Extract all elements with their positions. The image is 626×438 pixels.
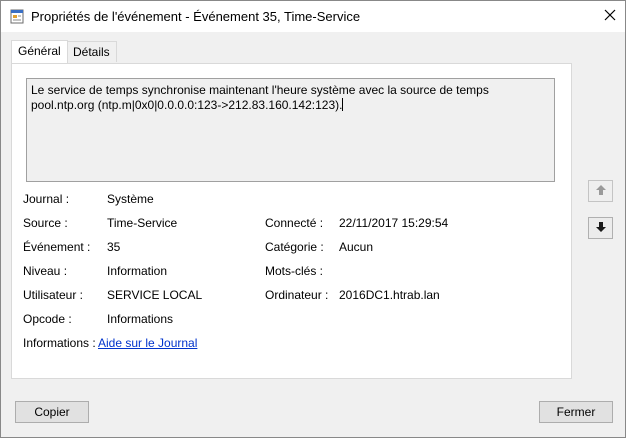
event-description-text: Le service de temps synchronise maintena… (31, 83, 493, 112)
journal-value: Système (107, 192, 154, 206)
opcode-label: Opcode : (23, 312, 72, 326)
next-event-button[interactable] (588, 217, 613, 239)
journal-label: Journal : (23, 192, 70, 206)
window-title: Propriétés de l'événement - Événement 35… (31, 9, 361, 24)
level-value: Information (107, 264, 168, 278)
event-description[interactable]: Le service de temps synchronise maintena… (26, 78, 555, 182)
close-dialog-button[interactable]: Fermer (539, 401, 613, 423)
category-label: Catégorie : (265, 240, 324, 254)
source-label: Source : (23, 216, 68, 230)
category-value: Aucun (339, 240, 374, 254)
tab-details[interactable]: Détails (66, 41, 117, 62)
event-properties-icon (10, 9, 24, 24)
computer-label: Ordinateur : (265, 288, 329, 302)
general-tab-panel: Le service de temps synchronise maintena… (11, 63, 572, 379)
event-id-value: 35 (107, 240, 121, 254)
event-log-help-link[interactable]: Aide sur le Journal (98, 336, 197, 350)
event-properties-window: Propriétés de l'événement - Événement 35… (0, 0, 626, 438)
level-label: Niveau : (23, 264, 68, 278)
close-icon (604, 9, 616, 24)
tab-general[interactable]: Général (11, 40, 68, 63)
text-caret (342, 98, 344, 111)
arrow-down-icon (595, 221, 607, 236)
keywords-label: Mots-clés : (265, 264, 324, 278)
close-button[interactable] (595, 1, 625, 32)
title-bar[interactable]: Propriétés de l'événement - Événement 35… (1, 1, 625, 32)
user-value: SERVICE LOCAL (107, 288, 203, 302)
logged-label: Connecté : (265, 216, 324, 230)
opcode-value: Informations (107, 312, 174, 326)
event-id-label: Événement : (23, 240, 91, 254)
computer-value: 2016DC1.htrab.lan (339, 288, 440, 302)
copy-button[interactable]: Copier (15, 401, 89, 423)
arrow-up-icon (595, 184, 607, 199)
source-value: Time-Service (107, 216, 178, 230)
more-info-label: Informations : (23, 336, 96, 350)
previous-event-button[interactable] (588, 180, 613, 202)
logged-value: 22/11/2017 15:29:54 (339, 216, 449, 230)
user-label: Utilisateur : (23, 288, 84, 302)
